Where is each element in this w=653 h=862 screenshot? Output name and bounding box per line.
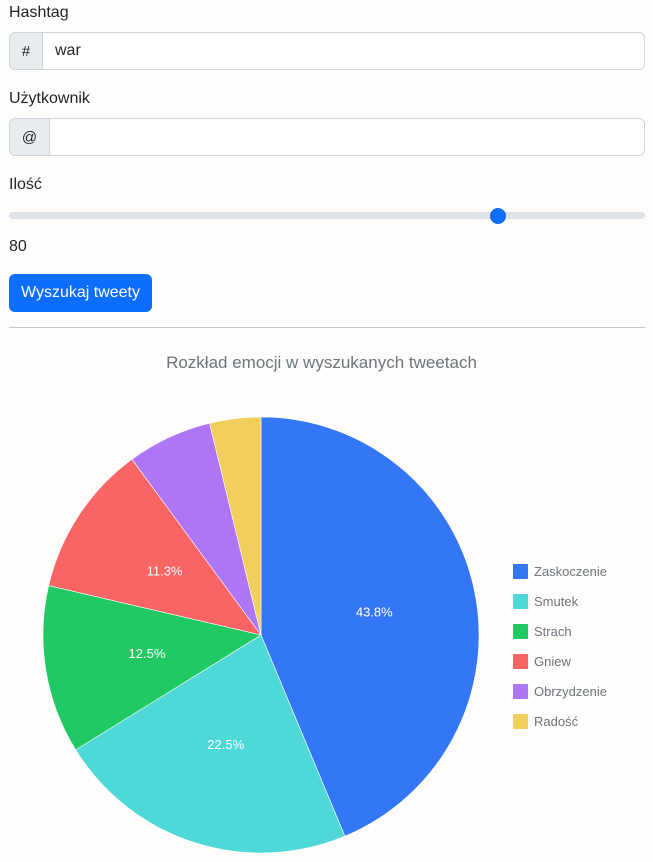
divider [9, 327, 645, 328]
count-value: 80 [9, 238, 27, 255]
legend-label: Radość [534, 713, 579, 729]
legend-item-radość[interactable]: Radość [513, 706, 607, 736]
legend-swatch [513, 563, 528, 579]
legend-swatch [513, 683, 528, 699]
legend-label: Zaskoczenie [534, 563, 607, 579]
chart-legend: Zaskoczenie Smutek Strach Gniew Obrzydzenie R… [513, 556, 607, 736]
legend-item-obrzydzenie[interactable]: Obrzydzenie [513, 676, 607, 706]
user-label: Użytkownik [9, 90, 90, 107]
pie-label-zaskoczenie: 43.8% [356, 604, 393, 619]
legend-item-strach[interactable]: Strach [513, 616, 607, 646]
legend-label: Obrzydzenie [534, 683, 607, 699]
legend-swatch [513, 653, 528, 669]
user-input-group: @ [9, 118, 645, 156]
legend-swatch [513, 713, 528, 729]
legend-label: Smutek [534, 593, 579, 609]
count-slider-track[interactable] [9, 212, 645, 219]
pie-label-smutek: 22.5% [207, 737, 244, 752]
legend-item-gniew[interactable]: Gniew [513, 646, 607, 676]
pie-label-strach: 12.5% [129, 646, 166, 661]
at-prefix: @ [9, 118, 50, 156]
hashtag-input[interactable] [43, 32, 645, 70]
legend-label: Strach [534, 623, 572, 639]
count-slider-thumb[interactable] [490, 208, 507, 224]
hash-prefix: # [9, 32, 43, 70]
count-label: Ilość [9, 176, 42, 193]
hashtag-input-group: # [9, 32, 645, 70]
legend-label: Gniew [534, 653, 571, 669]
hashtag-label: Hashtag [9, 4, 69, 21]
search-tweets-button[interactable]: Wyszukaj tweety [9, 274, 152, 312]
pie-label-gniew: 11.3% [147, 563, 183, 578]
legend-swatch [513, 623, 528, 639]
legend-swatch [513, 593, 528, 609]
user-input[interactable] [50, 118, 645, 156]
legend-item-smutek[interactable]: Smutek [513, 586, 607, 616]
legend-item-zaskoczenie[interactable]: Zaskoczenie [513, 556, 607, 586]
